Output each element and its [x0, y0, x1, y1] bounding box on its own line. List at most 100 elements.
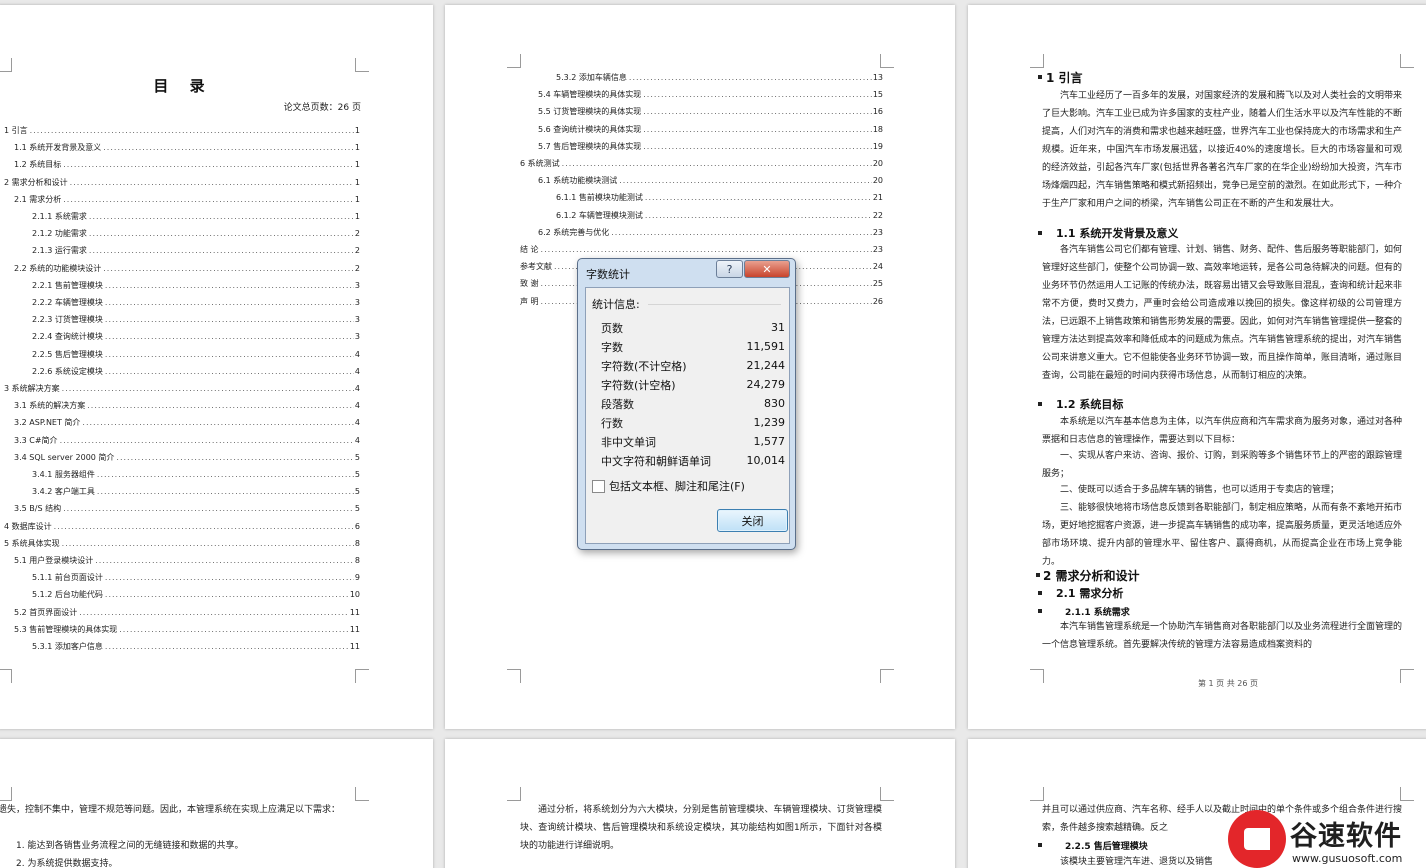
toc-entry[interactable]: 3.4.2 客户端工具 5	[32, 483, 360, 500]
toc-entry[interactable]: 5.3.2 添加车辆信息 13	[556, 69, 883, 86]
toc-leader-dots	[103, 264, 354, 273]
toc-entry-label: 2.2.2 车辆管理模块	[32, 298, 103, 307]
toc-entry[interactable]: 2.1 需求分析 1	[14, 191, 360, 208]
toc-leader-dots	[119, 625, 349, 634]
paragraph-1-2a: 本系统是以汽车基本信息为主体，以汽车供应商和汽车需求商为服务对象，通过对各种票据…	[1042, 417, 1403, 445]
toc-entry-page: 5	[354, 470, 360, 479]
toc-leader-dots	[105, 350, 354, 359]
toc-leader-dots	[105, 281, 354, 290]
toc-entry-page: 24	[872, 262, 883, 272]
toc-entry-label: 5.6 查询统计模块的具体实现	[538, 124, 642, 134]
checkbox-label: 包括文本框、脚注和尾注(F)	[609, 480, 745, 493]
toc-entry-label: 6.2 系统完善与优化	[538, 227, 610, 237]
toc-entry[interactable]: 6.1 系统功能模块测试 20	[538, 172, 883, 189]
toc-leader-dots	[105, 590, 349, 599]
toc-entry-page: 9	[354, 573, 360, 583]
toc-entry-page: 1	[354, 177, 360, 187]
toc-entry[interactable]: 5 系统具体实现 8	[4, 535, 360, 552]
checkbox-box[interactable]	[592, 479, 605, 493]
toc-entry[interactable]: 5.1 用户登录模块设计 8	[14, 552, 360, 569]
help-button[interactable]: ?	[716, 260, 743, 278]
toc-entry[interactable]: 4 数据库设计 6	[4, 518, 360, 535]
toc-entry[interactable]: 3.5 B/S 结构 5	[14, 500, 360, 517]
toc-leader-dots	[611, 228, 872, 237]
stat-row: 行数 1,239	[601, 413, 785, 432]
toc-entry[interactable]: 2.2.4 查询统计模块 3	[32, 328, 360, 345]
toc-entry-label: 5.1.2 后台功能代码	[32, 590, 103, 600]
close-button[interactable]: 关闭	[717, 509, 788, 532]
toc-entry[interactable]: 2.1.2 功能需求 2	[32, 225, 360, 242]
toc-entry[interactable]: 5.1.1 前台页面设计 9	[32, 569, 360, 586]
toc-entry[interactable]: 6 系统测试 20	[520, 155, 883, 172]
toc-entry[interactable]: 2.2.3 订货管理模块 3	[32, 311, 360, 328]
toc-entry-page: 3	[354, 315, 360, 325]
toc-entry[interactable]: 1.2 系统目标 1	[14, 156, 360, 173]
page-corner-mark	[1400, 787, 1414, 801]
toc-entry-label: 3.3 C#简介	[14, 435, 58, 445]
title-close-button[interactable]: ✕	[744, 260, 790, 278]
toc-entry[interactable]: 1.1 系统开发背景及意义 1	[14, 139, 360, 156]
toc-entry[interactable]: 5.3 售前管理模块的具体实现 11	[14, 621, 360, 638]
toc-entry-label: 2.2.5 售后管理模块	[32, 349, 103, 359]
toc-leader-dots	[643, 125, 872, 134]
toc-entry[interactable]: 3.2 ASP.NET 简介 4	[14, 414, 360, 431]
toc-entry[interactable]: 3.4 SQL server 2000 简介 5	[14, 449, 360, 466]
toc-leader-dots	[63, 504, 354, 513]
toc-entry[interactable]: 2.1.3 运行需求 2	[32, 242, 360, 259]
toc-leader-dots	[30, 126, 354, 135]
toc-entry-page: 4	[354, 366, 360, 376]
toc-entry[interactable]: 2.2.5 售后管理模块 4	[32, 346, 360, 363]
toc-entry[interactable]: 5.7 售后管理模块的具体实现 19	[538, 138, 883, 155]
page-corner-mark	[355, 669, 369, 683]
toc-entry[interactable]: 3.4.1 服务器组件 5	[32, 466, 360, 483]
toc-entry[interactable]: 5.2 首页界面设计 11	[14, 604, 360, 621]
toc-entry[interactable]: 5.6 查询统计模块的具体实现 18	[538, 121, 883, 138]
toc-entry-label: 2.2.1 售前管理模块	[32, 280, 103, 290]
toc-leader-dots	[70, 178, 354, 187]
page-corner-mark	[1400, 54, 1414, 68]
paragraph-1-1: 各汽车销售公司它们都有管理、计划、销售、财务、配件、售后服务等职能部门，如何管理…	[1042, 245, 1403, 381]
paragraph-mark	[1038, 231, 1042, 235]
toc-entry[interactable]: 2.2 系统的功能模块设计 2	[14, 260, 360, 277]
toc-entry[interactable]: 2.1.1 系统需求 1	[32, 208, 360, 225]
toc-entry-page: 6	[354, 521, 360, 531]
statistics-section-label: 统计信息:	[592, 298, 640, 311]
toc-entry[interactable]: 6.1.2 车辆管理模块测试 22	[556, 207, 883, 224]
toc-entry[interactable]: 2.2.1 售前管理模块 3	[32, 277, 360, 294]
toc-entry-label: 2.2 系统的功能模块设计	[14, 263, 102, 273]
toc-entry[interactable]: 3 系统解决方案 4	[4, 380, 360, 397]
paragraph-1-2b: 一、实现从客户来访、咨询、报价、订购，到采购等多个销售环节上的严密的跟踪管理服务…	[1042, 451, 1403, 479]
toc-entry[interactable]: 3.1 系统的解决方案 4	[14, 397, 360, 414]
paragraph-1-2c: 二、使既可以适合于多品牌车辆的销售，也可以适用于专卖店的管理；	[1060, 485, 1340, 495]
toc-leader-dots	[645, 211, 872, 220]
toc-leader-dots	[62, 539, 354, 548]
toc-leader-dots	[643, 90, 872, 99]
include-textboxes-checkbox[interactable]: 包括文本框、脚注和尾注(F)	[592, 478, 745, 494]
toc-entry[interactable]: 2.2.6 系统设定模块 4	[32, 363, 360, 380]
page-corner-mark	[1400, 669, 1414, 683]
toc-entry-label: 声 明	[520, 296, 539, 306]
toc-entry[interactable]: 3.3 C#简介 4	[14, 432, 360, 449]
toc-entry[interactable]: 6.1.1 售前模块功能测试 21	[556, 189, 883, 206]
bottom-right-heading: 2.2.5 售后管理模块	[1065, 842, 1148, 852]
stat-value: 11,591	[746, 340, 786, 353]
toc-entry[interactable]: 6.2 系统完善与优化 23	[538, 224, 883, 241]
toc-entry[interactable]: 2.2.2 车辆管理模块 3	[32, 294, 360, 311]
toc-entry[interactable]: 5.5 订货管理模块的具体实现 16	[538, 103, 883, 120]
dialog-title: 字数统计	[586, 268, 630, 281]
toc-entry[interactable]: 2 需求分析和设计 1	[4, 174, 360, 191]
toc-entry-page: 4	[354, 401, 360, 411]
toc-leader-dots	[105, 573, 354, 582]
bottom-left-text-3: 2. 为系统提供数据支持。	[16, 859, 118, 868]
toc-entry-page: 20	[872, 159, 883, 168]
toc-leader-dots	[62, 384, 354, 393]
toc-entry[interactable]: 结 论 23	[520, 241, 883, 258]
toc-leader-dots	[89, 229, 354, 238]
toc-entry[interactable]: 5.4 车辆管理模块的具体实现 15	[538, 86, 883, 103]
toc-entry[interactable]: 5.1.2 后台功能代码 10	[32, 586, 360, 603]
toc-entry[interactable]: 5.3.1 添加客户信息 11	[32, 638, 360, 655]
toc-entry-label: 5 系统具体实现	[4, 538, 60, 548]
toc-entry-label: 3.1 系统的解决方案	[14, 401, 86, 411]
toc-entry-label: 2.1.2 功能需求	[32, 229, 87, 239]
toc-entry[interactable]: 1 引言 1	[4, 122, 360, 139]
